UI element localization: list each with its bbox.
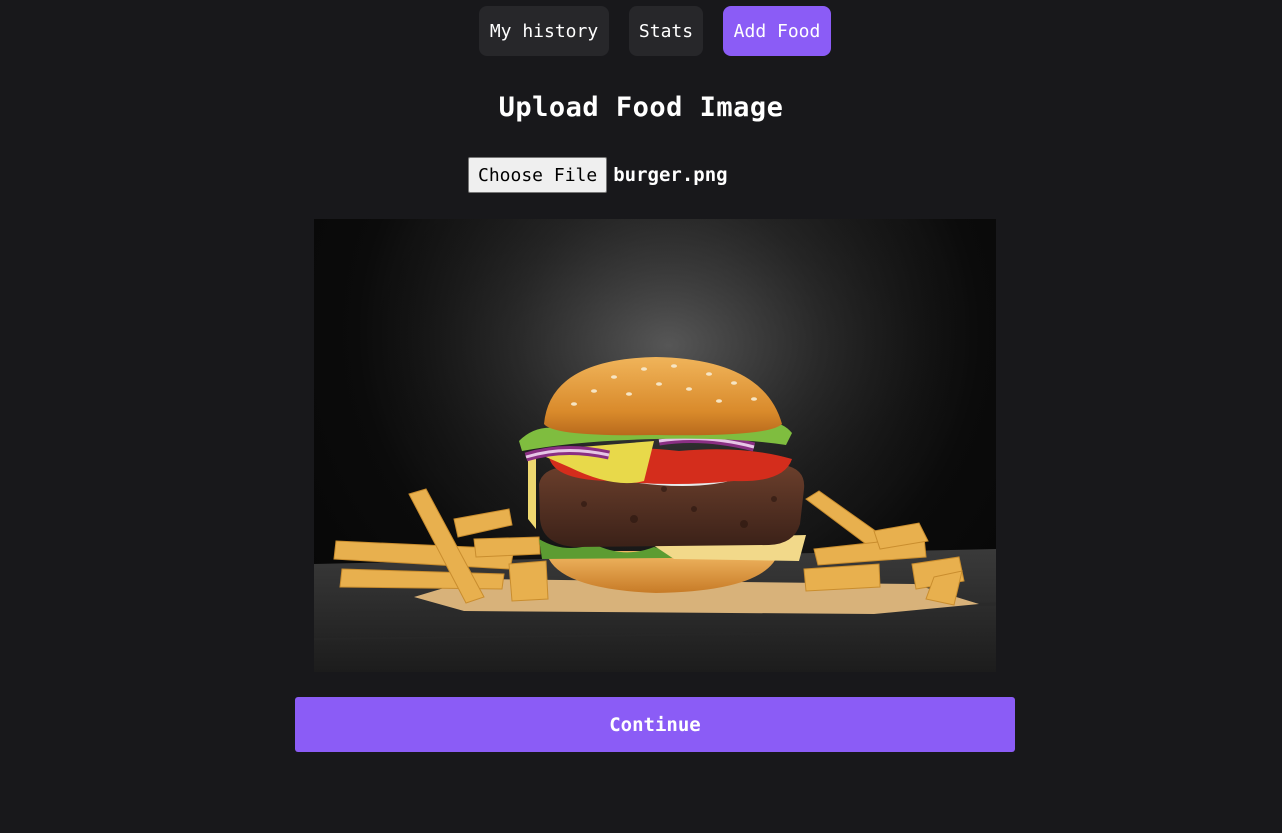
top-nav: My history Stats Add Food	[0, 6, 1282, 56]
burger-photo	[314, 219, 996, 672]
page-title: Upload Food Image	[498, 92, 784, 123]
food-image-preview	[314, 219, 996, 672]
continue-button[interactable]: Continue	[295, 697, 1015, 752]
selected-file-name: burger.png	[613, 164, 728, 186]
nav-my-history-button[interactable]: My history	[479, 6, 609, 56]
nav-stats-button[interactable]: Stats	[629, 6, 703, 56]
file-input[interactable]: Choose File burger.png	[468, 156, 728, 194]
nav-add-food-button[interactable]: Add Food	[723, 6, 831, 56]
choose-file-button[interactable]: Choose File	[468, 157, 608, 193]
add-food-page: My history Stats Add Food Upload Food Im…	[0, 0, 1282, 833]
